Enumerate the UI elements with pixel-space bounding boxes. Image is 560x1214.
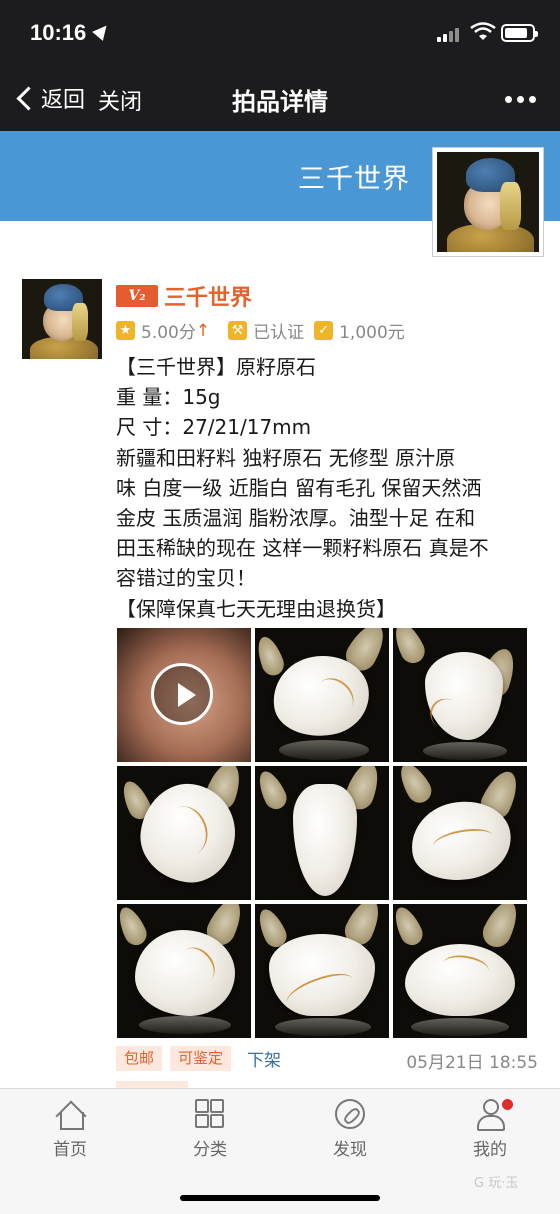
text-line: 重 量：15g bbox=[116, 385, 221, 410]
status-bar: 10:16 bbox=[0, 0, 560, 66]
dot-icon bbox=[505, 96, 512, 103]
watermark-logo: G 玩·玉 bbox=[474, 1176, 519, 1191]
free-shipping-tag: 包邮 bbox=[116, 1046, 163, 1071]
photo-thumbnail[interactable] bbox=[117, 904, 251, 1038]
author-avatar[interactable] bbox=[22, 279, 102, 359]
back-label: 返回 bbox=[41, 88, 86, 113]
text-line: 味 白度一级 近脂白 留有毛孔 保留天然洒 bbox=[116, 475, 482, 500]
shop-avatar[interactable] bbox=[432, 147, 544, 257]
author-name[interactable]: 三千世界 bbox=[164, 280, 252, 312]
post-datetime: 05月21日 18:55 bbox=[406, 1053, 538, 1073]
status-time: 10:16 bbox=[30, 20, 87, 45]
location-arrow-icon bbox=[92, 21, 112, 41]
text-line: 尺 寸：27/21/17mm bbox=[116, 415, 312, 440]
rating-trend: ↑ bbox=[195, 320, 211, 341]
text-line: 金皮 玉质温润 脂粉浓厚。油型十足 在和 bbox=[116, 506, 476, 531]
appraisable-tag: 可鉴定 bbox=[170, 1046, 232, 1071]
cellular-signal-icon bbox=[437, 26, 463, 42]
back-button[interactable]: 返回 bbox=[14, 82, 85, 114]
text-line: 田玉稀缺的现在 这样一颗籽料原石 真是不 bbox=[116, 536, 489, 561]
author-meta: ★ 5.00分 ↑ ⚒ 已认证 ✓ 1,000元 bbox=[116, 318, 405, 343]
star-icon: ★ bbox=[116, 321, 135, 340]
more-menu-button[interactable] bbox=[505, 96, 536, 103]
post-description: 【三千世界】原籽原石 重 量：15g 尺 寸：27/21/17mm 新疆和田籽料… bbox=[116, 352, 536, 624]
chevron-left-icon bbox=[16, 85, 41, 111]
photo-thumbnail[interactable] bbox=[393, 628, 527, 762]
photo-thumbnail[interactable] bbox=[393, 766, 527, 900]
tab-label: 发现 bbox=[333, 1140, 367, 1160]
hammer-icon: ⚒ bbox=[228, 321, 248, 340]
video-thumbnail[interactable] bbox=[117, 628, 251, 762]
play-button[interactable] bbox=[151, 663, 213, 725]
photo-thumbnail[interactable] bbox=[117, 766, 251, 900]
close-button[interactable]: 关闭 bbox=[98, 84, 142, 116]
tab-label: 首页 bbox=[53, 1140, 87, 1160]
tab-category[interactable]: 分类 bbox=[150, 1099, 270, 1160]
compass-icon bbox=[335, 1099, 365, 1129]
home-icon bbox=[55, 1099, 87, 1132]
shop-name: 三千世界 bbox=[298, 164, 410, 195]
deposit-value: 1,000元 bbox=[339, 323, 405, 343]
play-icon bbox=[178, 683, 196, 707]
certified-label: 已认证 bbox=[253, 323, 305, 343]
photo-thumbnail[interactable] bbox=[255, 766, 389, 900]
battery-icon bbox=[501, 24, 538, 42]
level-badge: V₂ bbox=[116, 285, 158, 307]
item-tags: 包邮 可鉴定 下架 bbox=[116, 1046, 281, 1071]
tab-discover[interactable]: 发现 bbox=[290, 1099, 410, 1160]
tab-me[interactable]: 我的 bbox=[430, 1099, 550, 1160]
text-line: 【保障保真七天无理由退换货】 bbox=[116, 596, 396, 621]
tab-label: 分类 bbox=[193, 1140, 227, 1160]
photo-thumbnail[interactable] bbox=[393, 904, 527, 1038]
tab-home[interactable]: 首页 bbox=[10, 1099, 130, 1160]
text-line: 新疆和田籽料 独籽原石 无修型 原汁原 bbox=[116, 445, 456, 470]
notification-dot bbox=[502, 1099, 513, 1110]
portrait-image bbox=[22, 279, 102, 359]
dot-icon bbox=[517, 96, 524, 103]
takedown-link[interactable]: 下架 bbox=[247, 1046, 281, 1071]
photo-grid bbox=[117, 628, 527, 1038]
shield-check-icon: ✓ bbox=[314, 321, 334, 340]
photo-thumbnail[interactable] bbox=[255, 904, 389, 1038]
photo-thumbnail[interactable] bbox=[255, 628, 389, 762]
text-line: 容错过的宝贝！ bbox=[116, 566, 256, 591]
category-icon bbox=[195, 1099, 225, 1129]
wifi-icon bbox=[470, 22, 496, 40]
nav-bar: 返回 关闭 拍品详情 bbox=[0, 66, 560, 131]
portrait-image bbox=[437, 152, 539, 252]
text-line: 【三千世界】原籽原石 bbox=[116, 355, 316, 379]
rating-value: 5.00分 bbox=[141, 323, 196, 343]
dot-icon bbox=[529, 96, 536, 103]
tab-label: 我的 bbox=[473, 1140, 507, 1160]
user-icon bbox=[475, 1099, 505, 1131]
home-indicator[interactable] bbox=[180, 1195, 380, 1201]
